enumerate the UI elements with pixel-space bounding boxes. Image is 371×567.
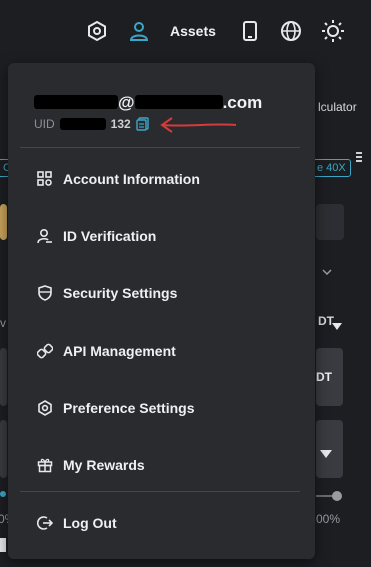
bg-unit-card-label: DT (316, 370, 332, 384)
uid-label: UID (34, 117, 55, 131)
hexagon-icon (36, 399, 54, 417)
annotation-arrow (160, 117, 237, 133)
account-dropdown-menu: @ .com UID 132 Account Information ID Ver… (8, 63, 315, 559)
user-check-icon (36, 227, 54, 245)
caret-down-icon-2 (320, 445, 332, 463)
sun-icon[interactable] (320, 18, 346, 44)
assets-link[interactable]: Assets (170, 23, 216, 39)
menu-item-label: Preference Settings (63, 400, 195, 416)
email-suffix: .com (222, 93, 263, 112)
slider-handle-right[interactable] (332, 491, 342, 501)
gift-icon (36, 456, 54, 474)
menu-item-my-rewards[interactable]: My Rewards (8, 445, 315, 485)
menu-item-api-management[interactable]: API Management (8, 331, 315, 371)
bg-card-left-2 (0, 420, 7, 478)
link-icon (36, 342, 54, 360)
logout-label: Log Out (63, 515, 117, 531)
calculator-link-fragment[interactable]: lculator (318, 100, 357, 114)
slider-handle-left[interactable] (0, 491, 6, 497)
globe-icon[interactable] (278, 18, 304, 44)
divider-bottom (20, 491, 300, 492)
caret-down-icon[interactable] (332, 317, 342, 335)
menu-item-id-verification[interactable]: ID Verification (8, 216, 315, 256)
menu-item-label: ID Verification (63, 228, 157, 244)
bg-label-v: v (0, 316, 6, 330)
bg-unit-card[interactable]: DT (316, 348, 343, 406)
mobile-icon[interactable] (237, 18, 263, 44)
settings-hexagon-icon[interactable] (84, 18, 110, 44)
menu-item-security-settings[interactable]: Security Settings (8, 273, 315, 313)
chevron-down-icon[interactable] (322, 262, 332, 276)
logout-icon (36, 514, 54, 532)
menu-item-label: Security Settings (63, 285, 178, 301)
leverage-chip[interactable]: e 40X (312, 159, 351, 177)
bg-tab-indicator (0, 204, 7, 240)
menu-item-label: My Rewards (63, 457, 145, 473)
uid-row: UID 132 (34, 117, 149, 131)
copy-icon[interactable] (136, 117, 149, 131)
account-email: @ .com (34, 93, 262, 113)
email-domain-redaction (134, 95, 223, 109)
menu-item-account-information[interactable]: Account Information (8, 159, 315, 199)
uid-redaction (59, 118, 106, 130)
menu-handle-icon[interactable] (356, 152, 362, 162)
top-bar: Assets (0, 0, 371, 62)
logout-button[interactable]: Log Out (8, 503, 315, 543)
bg-card-left (0, 348, 7, 406)
slider-max-label: 00% (316, 512, 341, 526)
bg-checkbox[interactable] (0, 538, 6, 552)
email-redaction (34, 95, 118, 109)
grid-settings-icon (36, 170, 54, 188)
email-at: @ (118, 93, 135, 112)
uid-value: 132 (110, 117, 131, 131)
menu-item-label: API Management (63, 343, 176, 359)
user-icon[interactable] (126, 18, 152, 44)
bg-field (316, 204, 344, 240)
bg-select-card[interactable] (316, 420, 343, 478)
menu-item-label: Account Information (63, 171, 200, 187)
shield-icon (36, 284, 54, 302)
menu-item-preference-settings[interactable]: Preference Settings (8, 388, 315, 428)
divider-top (20, 147, 300, 148)
